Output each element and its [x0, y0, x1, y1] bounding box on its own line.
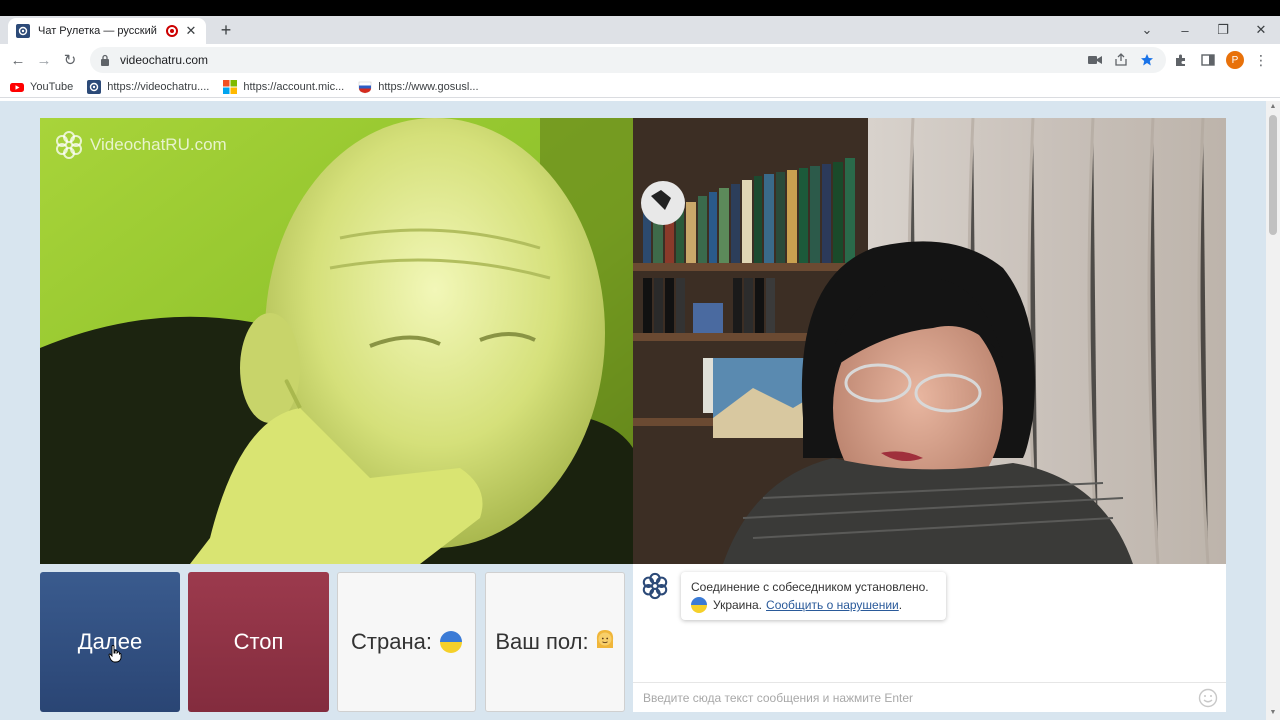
url-text: videochatru.com: [120, 53, 209, 67]
forward-icon[interactable]: →: [32, 48, 56, 72]
new-tab-button[interactable]: +: [216, 19, 236, 41]
chat-message-input[interactable]: [633, 690, 1173, 705]
report-period: .: [898, 598, 903, 612]
camera-in-use-icon[interactable]: [1086, 51, 1104, 69]
tab-active[interactable]: Чат Рулетка — русский вид ✕: [8, 18, 206, 44]
close-window-icon[interactable]: ✕: [1242, 16, 1280, 44]
extensions-icon[interactable]: [1172, 51, 1190, 69]
local-video-frame: [40, 118, 633, 564]
back-icon[interactable]: ←: [6, 48, 30, 72]
local-video: VideochatRU.com: [40, 118, 633, 564]
bookmark-label: https://account.mic...: [243, 80, 345, 93]
microsoft-icon: [223, 79, 238, 94]
ukraine-flag-icon: [439, 631, 462, 653]
country-button[interactable]: Страна:: [337, 572, 476, 712]
bookmark-label: https://www.gosusl...: [378, 80, 479, 93]
watermark-logo-icon: [56, 131, 82, 159]
tab-close-icon[interactable]: ✕: [184, 23, 198, 39]
site-favicon-icon: [16, 24, 30, 38]
ukraine-flag-icon: [691, 597, 707, 613]
recording-indicator-icon: [166, 25, 178, 37]
stop-button[interactable]: Стоп: [188, 572, 329, 712]
bookmark-label: YouTube: [30, 80, 74, 93]
browser-window: Чат Рулетка — русский вид ✕ + ⌄ – ❐ ✕ ← …: [0, 16, 1280, 720]
scroll-down-icon[interactable]: ▼: [1269, 709, 1277, 717]
page-content: VideochatRU.com Далее Стоп Страна: Ваш п…: [0, 101, 1266, 720]
next-button[interactable]: Далее: [40, 572, 180, 712]
gender-button-label: Ваш пол:: [495, 629, 589, 654]
remote-video: [633, 118, 1226, 564]
profile-avatar[interactable]: P: [1226, 51, 1244, 69]
watermark-text: VideochatRU.com: [90, 135, 227, 154]
tab-search-icon[interactable]: ⌄: [1128, 16, 1166, 44]
site-watermark: VideochatRU.com: [54, 130, 227, 160]
stop-button-label: Стоп: [233, 629, 284, 654]
country-button-label: Страна:: [351, 629, 432, 654]
tab-title: Чат Рулетка — русский вид: [38, 25, 160, 37]
bookmark-microsoft[interactable]: https://account.mic...: [223, 79, 345, 94]
bookmarks-bar: YouTube https://videochatru.... https://…: [0, 76, 1280, 98]
system-message: Соединение с собеседником установлено. У…: [681, 572, 946, 620]
bookmark-star-icon[interactable]: [1138, 51, 1156, 69]
side-panel-icon[interactable]: [1199, 51, 1217, 69]
bookmark-youtube[interactable]: YouTube: [10, 80, 73, 94]
partner-country-line: Украина. Сообщить о нарушении .: [691, 596, 936, 614]
scroll-thumb[interactable]: [1269, 115, 1277, 235]
gosuslugi-icon: [358, 81, 372, 93]
videochat-favicon-icon: [87, 79, 102, 94]
chat-panel: Соединение с собеседником установлено. У…: [633, 564, 1226, 712]
tab-strip: Чат Рулетка — русский вид ✕ + ⌄ – ❐ ✕: [0, 16, 1280, 44]
menu-icon[interactable]: ⋮: [1252, 51, 1270, 69]
youtube-icon: [10, 82, 24, 92]
emoji-smile-icon[interactable]: [1198, 688, 1218, 708]
screen: Чат Рулетка — русский вид ✕ + ⌄ – ❐ ✕ ← …: [0, 0, 1280, 720]
scroll-up-icon[interactable]: ▲: [1269, 103, 1277, 111]
hand-cursor-icon: [108, 645, 122, 663]
share-icon[interactable]: [1112, 51, 1130, 69]
minimize-icon[interactable]: –: [1166, 16, 1204, 44]
remote-video-frame: [633, 118, 1226, 564]
gender-button[interactable]: Ваш пол:: [485, 572, 625, 712]
address-bar[interactable]: videochatru.com: [90, 47, 1166, 73]
bookmark-gosuslugi[interactable]: https://www.gosusl...: [358, 80, 479, 94]
female-avatar-icon: [595, 628, 615, 656]
restore-icon[interactable]: ❐: [1204, 16, 1242, 44]
bookmark-label: https://videochatru....: [107, 80, 210, 93]
report-abuse-link[interactable]: Сообщить о нарушении: [766, 596, 899, 614]
lock-icon: [101, 54, 109, 66]
page-scrollbar[interactable]: ▲ ▼: [1266, 101, 1280, 720]
browser-toolbar: ← → ↻ videochatru.com P ⋮: [0, 44, 1280, 76]
bookmark-videochatru[interactable]: https://videochatru....: [87, 79, 210, 94]
reload-icon[interactable]: ↻: [58, 48, 82, 72]
chat-input-row: [633, 682, 1226, 712]
connection-status-text: Соединение с собеседником установлено.: [691, 580, 929, 594]
chat-logo-icon: [642, 572, 668, 600]
partner-country-text: Украина.: [713, 598, 763, 612]
